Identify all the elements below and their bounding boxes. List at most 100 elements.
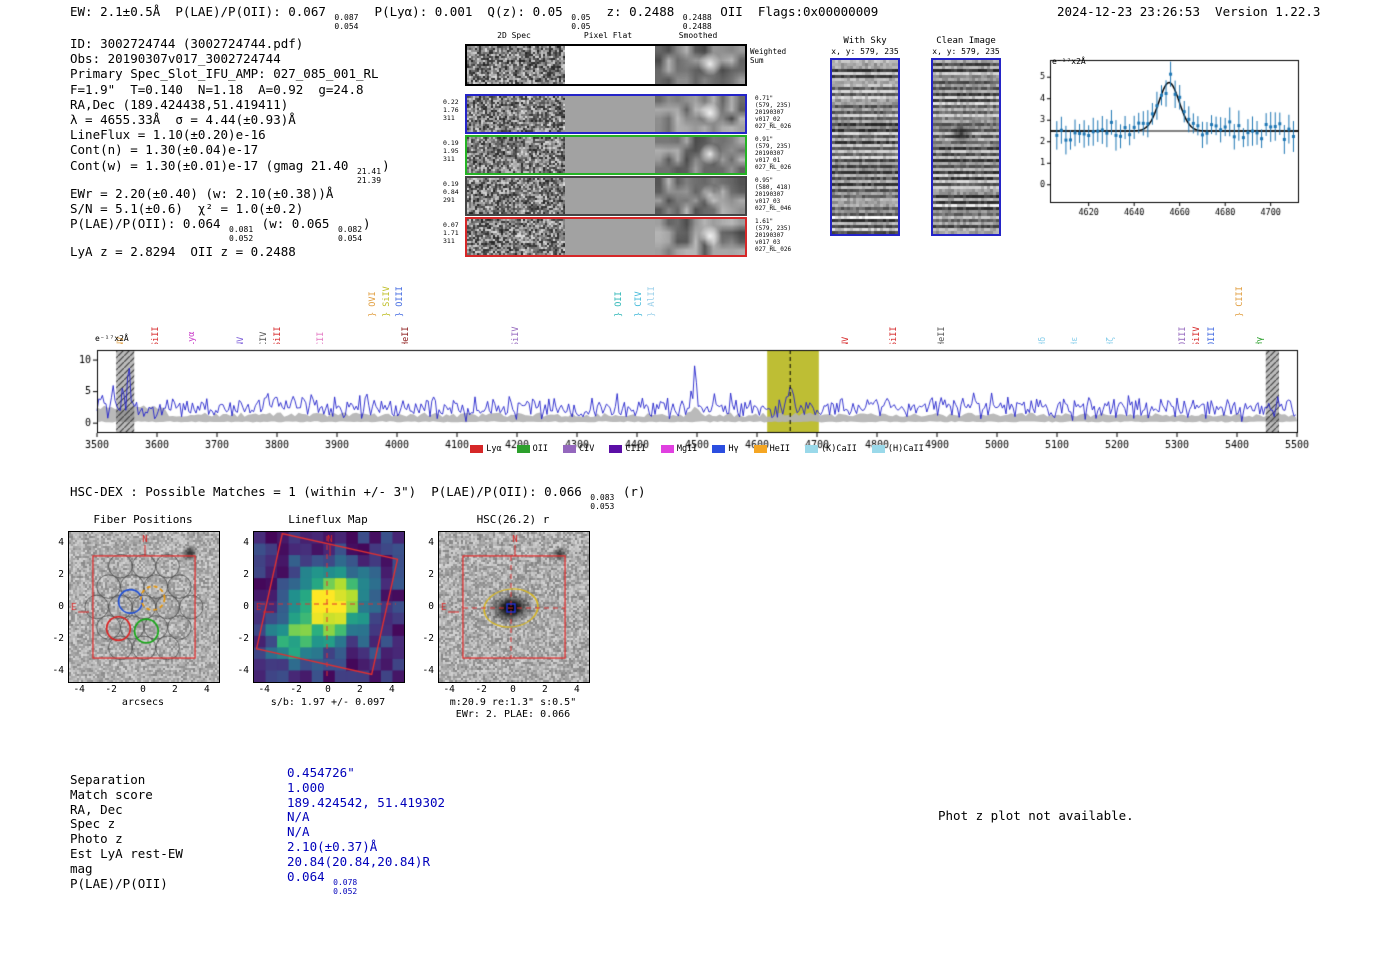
uncertainty-lower: 0.053 (590, 501, 615, 511)
match-table-labels: Separation Match score RA, Dec Spec z Photo … (70, 772, 183, 891)
uncertainty-lower: 0.052 (229, 233, 254, 243)
spec2d-row-smoothed-image (655, 137, 745, 173)
info-line: Obs: 20190307v017_3002724744 (70, 51, 390, 66)
spectral-line-label: } OIII (395, 286, 406, 317)
legend-label: HeII (769, 444, 791, 454)
spec2d-row-smoothed-image (655, 178, 745, 214)
cutout-xtick: 2 (542, 684, 548, 695)
spec2d-row-pixelflat (565, 178, 655, 214)
spec2d-row-fiber-label: (579, 235) (755, 225, 792, 232)
cutout-ytick: -2 (422, 632, 434, 644)
match-table-value: 2.10(±0.37)Å (287, 839, 445, 855)
spec2d-row-fiber-labels: 1.61" (579, 235) 20190307 v017_03 027_RL_026 (755, 218, 825, 253)
spectral-line-label: } CIII (1235, 286, 1246, 317)
legend-label: Hγ (728, 444, 739, 454)
spec2d-row-snr-value: 0.22 (443, 98, 459, 106)
legend-swatch (871, 445, 885, 453)
spec2d-col-header: 2D Spec (497, 31, 531, 40)
match-table-value: N/A (287, 809, 445, 825)
legend-item: (K)CaII (805, 444, 857, 454)
spec2d-weighted-smoothed-image (655, 46, 745, 84)
spec2d-row: 0.19 1.95 311 0.91" (579, 235) 20190307 v017_0… (443, 135, 843, 176)
text-segment: 0.064 (287, 868, 333, 884)
spec2d-weighted-strip (465, 44, 747, 86)
spec2d-panel: 0.22 1.76 311 0.71" (579, 235) 20190307 v017_0… (443, 94, 843, 258)
cutout-xtick: 4 (203, 684, 210, 695)
legend-label: OII (532, 444, 548, 454)
spec2d-row-pixelflat (565, 96, 655, 132)
info-line: Primary Spec_Slot_IFU_AMP: 027_085_001_R… (70, 66, 390, 81)
spec2d-row-snr-value: 311 (443, 155, 455, 163)
spec2d-row-fiber-label: 1.61" (755, 218, 774, 225)
info-line: EWr = 2.20(±0.40) (w: 2.10(±0.38))Å (70, 186, 390, 201)
cutout-xtick: -4 (258, 684, 270, 695)
text-segment: ) (382, 157, 390, 173)
hsc-cutout-title: HSC(26.2) r (476, 513, 550, 526)
uncertainty-lower: 0.054 (337, 233, 363, 243)
cutout-xtick: -4 (443, 684, 455, 695)
match-table-value: N/A (287, 824, 445, 840)
legend-item: (H)CaII (871, 444, 924, 454)
info-line: LyA z = 2.8294 OII z = 0.2488 (70, 244, 390, 259)
spec2d-row-pixelflat (565, 137, 655, 173)
spectral-line-label: } OII (613, 291, 624, 317)
text-segment: 20.84(20.84,20.84)R (287, 853, 430, 869)
stacked-uncertainty: 0.2488 0.2488 (683, 13, 712, 32)
cutout-xtick: -4 (73, 684, 85, 695)
legend-item: HeII (753, 444, 791, 454)
cutout-ytick: 4 (243, 537, 249, 549)
text-segment: Cont(n) = 1.30(±0.04)e-17 (70, 142, 259, 158)
text-segment: RA,Dec (189.424438,51.419411) (70, 96, 289, 112)
fiber-positions-xlabel: arcsecs (121, 697, 165, 708)
spec2d-row-2dspec-image (467, 137, 565, 173)
text-segment: (r) (615, 484, 646, 499)
spec2d-row-strip (465, 135, 747, 175)
hsc-match-line: HSC-DEX : Possible Matches = 1 (within +… (70, 484, 645, 512)
match-table-value: 189.424542, 51.419302 (287, 794, 446, 811)
report-timestamp: 2024-12-23 23:26:53 Version 1.22.3 (1057, 4, 1321, 19)
info-line: S/N = 5.1(±0.6) χ² = 1.0(±0.2) (70, 201, 390, 216)
uncertainty-lower: 21.39 (356, 175, 382, 185)
info-line: P(LAE)/P(OII): 0.064 0.081 0.052 (w: 0.06… (70, 216, 390, 244)
spec2d-row-fiber-label: v017_03 (755, 239, 781, 246)
text-segment: 0.454726" (287, 765, 355, 780)
spec2d-row: 0.22 1.76 311 0.71" (579, 235) 20190307 v017_0… (443, 94, 843, 135)
legend-swatch (563, 445, 576, 453)
legend-item: Hγ (712, 444, 739, 454)
spec2d-row-smoothed-image (655, 219, 745, 255)
text-segment: P(Lyα): 0.001 Q(z): 0.05 (359, 4, 571, 19)
match-table-label: Spec z (70, 816, 116, 832)
text-segment: Cont(w) = 1.30(±0.01)e-17 (gmag 21.40 (70, 157, 356, 173)
match-table-values: 0.454726" 1.000 189.424542, 51.419302 N/A N/… (287, 765, 446, 896)
info-line: ID: 3002724744 (3002724744.pdf) (70, 36, 390, 51)
spec2d-row-fiber-label: 027_RL_026 (755, 246, 792, 253)
spec2d-row-snr-labels: 0.22 1.76 311 (443, 98, 464, 122)
with-sky-image (832, 60, 898, 234)
spec2d-row-smoothed-image (655, 96, 745, 132)
fiber-positions-panel (68, 531, 220, 683)
spec2d-row-fiber-labels: 0.91" (579, 235) 20190307 v017_01 027_RL_026 (755, 136, 825, 171)
lineflux-map-title: Lineflux Map (288, 513, 368, 526)
legend-swatch (660, 445, 674, 453)
spec2d-row-snr-value: 0.19 (443, 139, 459, 147)
spec2d-row-fiber-label: (579, 235) (755, 143, 792, 150)
spec2d-row-fiber-label: 20190307 (755, 150, 784, 157)
legend-item: MgII (660, 444, 697, 454)
spec2d-row-snr-value: 0.19 (443, 180, 459, 188)
text-segment: EWr = 2.20(±0.40) (w: 2.10(±0.38))Å (70, 185, 334, 201)
stacked-uncertainty: 0.05 0.05 (571, 13, 590, 32)
spec2d-row-fiber-label: v017_01 (755, 157, 781, 164)
uncertainty-lower: 0.052 (333, 886, 358, 896)
match-table-value: 20.84(20.84,20.84)R (287, 853, 445, 870)
text-segment: F=1.9" T=0.140 N=1.18 A=0.92 g=24.8 (70, 81, 364, 97)
text-segment: λ = 4655.33Å σ = 4.44(±0.93)Å (70, 112, 296, 128)
cutout-ytick: -4 (52, 664, 64, 676)
info-line: λ = 4655.33Å σ = 4.44(±0.93)Å (70, 112, 390, 127)
match-table-label: Separation (70, 772, 146, 787)
text-segment: 189.424542, 51.419302 (287, 794, 446, 810)
match-table-label: mag (70, 860, 93, 876)
cutout-ytick: 4 (58, 537, 64, 549)
spec2d-row-2dspec-image (467, 96, 565, 132)
spec2d-row-fiber-labels: 0.95" (580, 418) 20190307 v017_03 027_RL_046 (755, 177, 825, 212)
cutout-ytick: 4 (428, 537, 434, 549)
